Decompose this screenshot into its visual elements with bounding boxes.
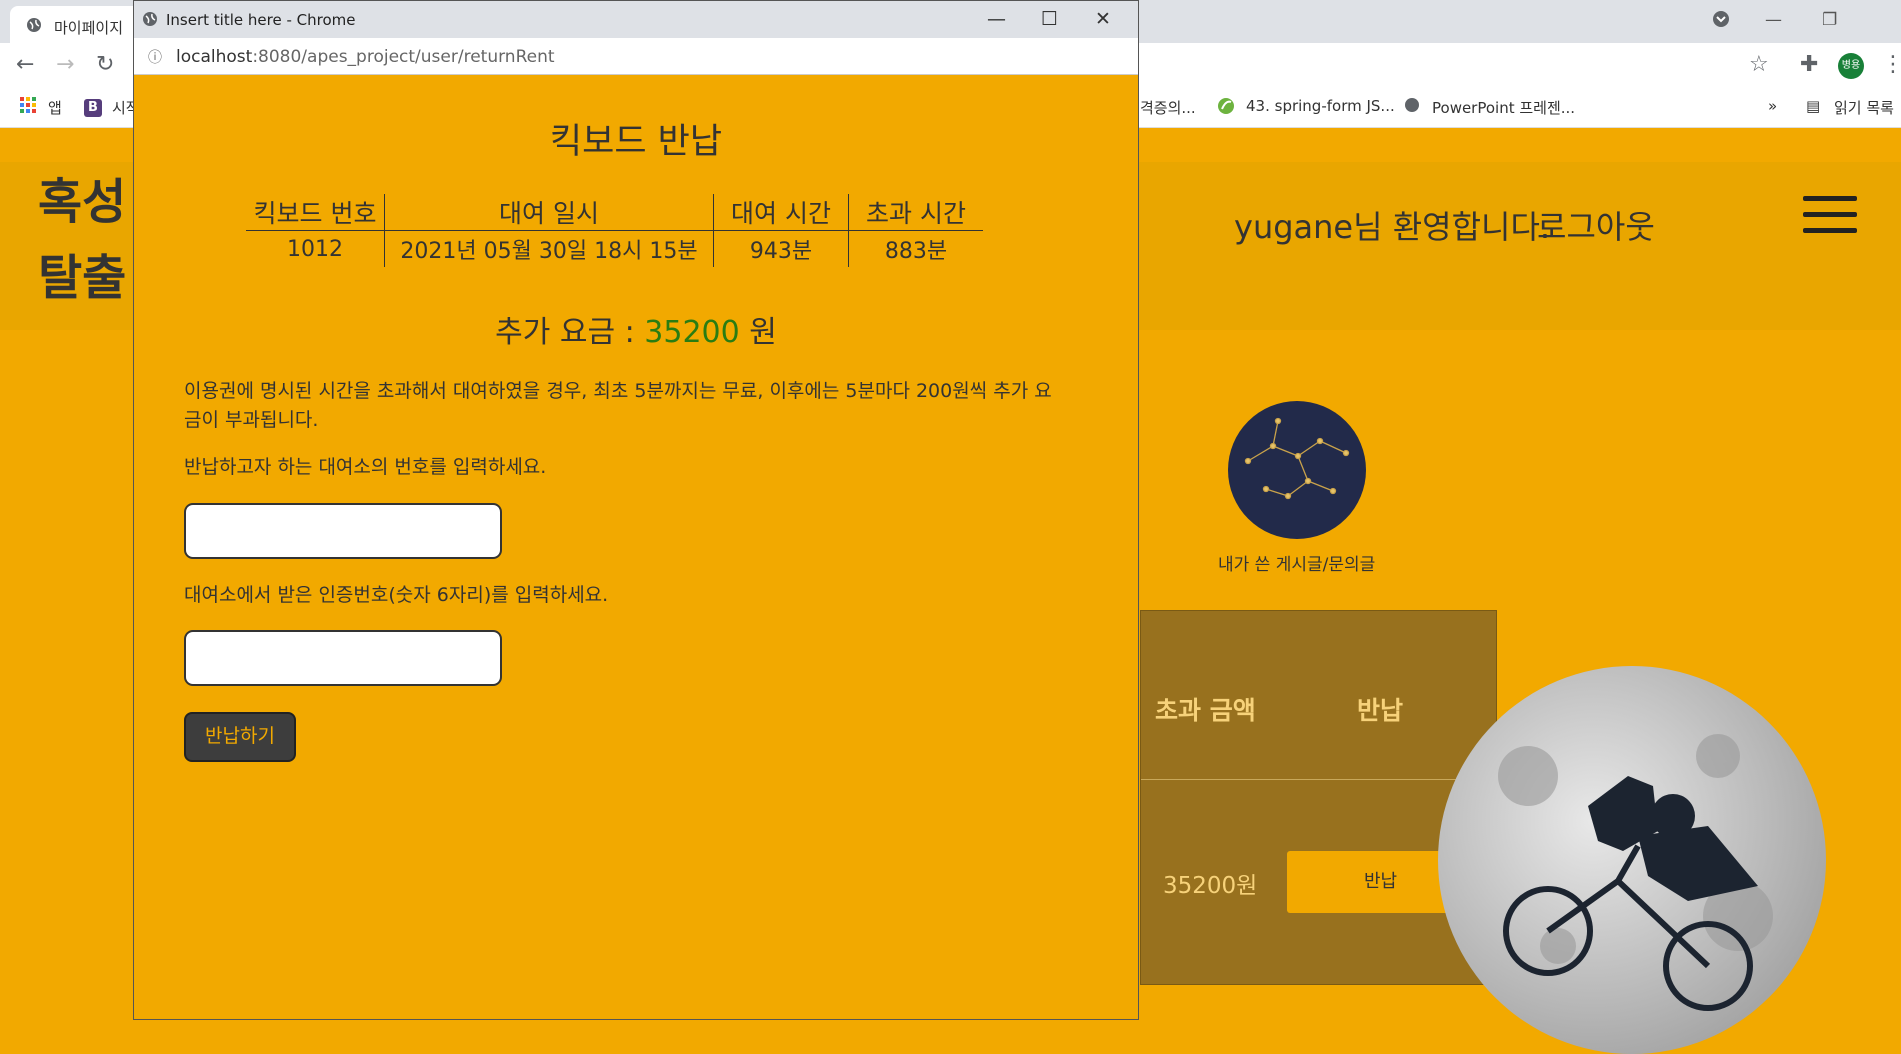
table-row: 1012 2021년 05월 30일 18시 15분 943분 883분: [246, 230, 983, 267]
fee-unit: 원: [749, 315, 777, 350]
site-logo-line1[interactable]: 혹성: [38, 162, 126, 232]
globe-icon[interactable]: [1404, 97, 1420, 117]
bookmarks-more-button[interactable]: »: [1768, 97, 1777, 115]
bg-tab-title: 마이페이지: [54, 19, 124, 37]
cell-kickboard-number: 1012: [287, 236, 343, 262]
popup-window-title: Insert title here - Chrome: [166, 11, 356, 29]
reload-icon[interactable]: ↻: [96, 52, 114, 77]
moon-et-image: [1438, 666, 1826, 1054]
profile-avatar[interactable]: 병용: [1838, 53, 1864, 79]
auth-prompt: 대여소에서 받은 인증번호(숫자 6자리)를 입력하세요.: [184, 584, 609, 606]
menu-dots-icon[interactable]: ⋮: [1882, 52, 1901, 77]
url-path: :8080/apes_project/user/returnRent: [252, 47, 555, 67]
extra-fee-line: 추가 요금 : 35200 원: [134, 307, 1138, 351]
popup-minimize-button[interactable]: —: [987, 8, 1006, 30]
station-number-input[interactable]: [184, 503, 502, 559]
bookmark-spring-form[interactable]: 43. spring-form JS...: [1246, 97, 1395, 115]
reading-list-label[interactable]: 읽기 목록: [1834, 97, 1894, 118]
popup-maximize-button[interactable]: ☐: [1041, 8, 1058, 30]
bg-minimize-button[interactable]: —: [1765, 10, 1782, 30]
cell-over-time: 883분: [848, 230, 983, 267]
col-rent-datetime: 대여 일시: [384, 194, 714, 231]
bg-restore-button[interactable]: ❐: [1822, 10, 1837, 30]
my-posts-label[interactable]: 내가 쓴 게시글/문의글: [1218, 550, 1375, 575]
bootstrap-icon[interactable]: B: [84, 97, 102, 117]
return-header: 반납: [1357, 696, 1404, 725]
url-host: localhost: [176, 47, 253, 67]
over-fee-header: 초과 금액: [1155, 696, 1256, 725]
apps-grid-icon[interactable]: [20, 97, 36, 117]
info-icon[interactable]: ⓘ: [148, 47, 162, 67]
over-fee-cell: 35200원: [1163, 873, 1258, 899]
col-rent-time: 대여 시간: [713, 194, 849, 231]
return-submit-button[interactable]: 반납하기: [184, 712, 296, 762]
cell-rent-time: 943분: [713, 230, 849, 267]
site-logo-line2[interactable]: 탈출: [38, 238, 126, 308]
page-title: 킥보드 반납: [549, 122, 723, 162]
bookmark-apps[interactable]: 앱: [48, 97, 62, 118]
bookmark-cert[interactable]: 격증의...: [1140, 97, 1196, 118]
welcome-message: yugane님 환영합니다.: [1234, 208, 1551, 246]
bookmark-powerpoint[interactable]: PowerPoint 프레젠...: [1432, 97, 1575, 118]
constellation-avatar[interactable]: [1228, 401, 1366, 539]
tab-search-icon[interactable]: [1712, 10, 1730, 33]
fee-amount: 35200: [644, 315, 740, 350]
fee-notice: 이용권에 명시된 시간을 초과해서 대여하였을 경우, 최초 5분까지는 무료,…: [184, 380, 1052, 431]
return-popup-window: Insert title here - Chrome — ☐ ✕ ⓘ local…: [133, 0, 1139, 1020]
globe-icon: [143, 12, 157, 26]
popup-url[interactable]: localhost:8080/apes_project/user/returnR…: [176, 47, 555, 67]
spring-leaf-icon[interactable]: [1217, 97, 1235, 119]
col-over-time: 초과 시간: [848, 194, 983, 231]
station-prompt: 반납하고자 하는 대여소의 번호를 입력하세요.: [184, 456, 547, 478]
popup-title-bar[interactable]: Insert title here - Chrome — ☐ ✕: [134, 1, 1138, 38]
cell-rent-datetime: 2021년 05월 30일 18시 15분: [384, 230, 714, 267]
col-kickboard-number: 킥보드 번호: [246, 194, 385, 231]
reading-list-icon[interactable]: ▤: [1806, 97, 1820, 115]
constellation-icon: [1244, 417, 1350, 500]
globe-icon: [27, 18, 41, 32]
back-arrow-icon[interactable]: ←: [16, 52, 34, 77]
popup-close-button[interactable]: ✕: [1095, 8, 1111, 30]
auth-code-input[interactable]: [184, 630, 502, 686]
kickboard-info-table: 킥보드 번호 대여 일시 대여 시간 초과 시간 1012 2021년 05월 …: [246, 194, 983, 267]
forward-arrow-icon[interactable]: →: [56, 52, 74, 77]
popup-address-bar[interactable]: ⓘ localhost:8080/apes_project/user/retur…: [134, 38, 1138, 75]
logout-link[interactable]: 로그아웃: [1537, 202, 1655, 248]
fee-label: 추가 요금 :: [495, 315, 635, 350]
extensions-puzzle-icon[interactable]: ✚: [1800, 52, 1818, 77]
bookmark-star-icon[interactable]: ☆: [1749, 52, 1769, 77]
et-bicycle-silhouette-icon: [1498, 734, 1773, 1011]
hamburger-menu-icon[interactable]: [1803, 196, 1857, 244]
